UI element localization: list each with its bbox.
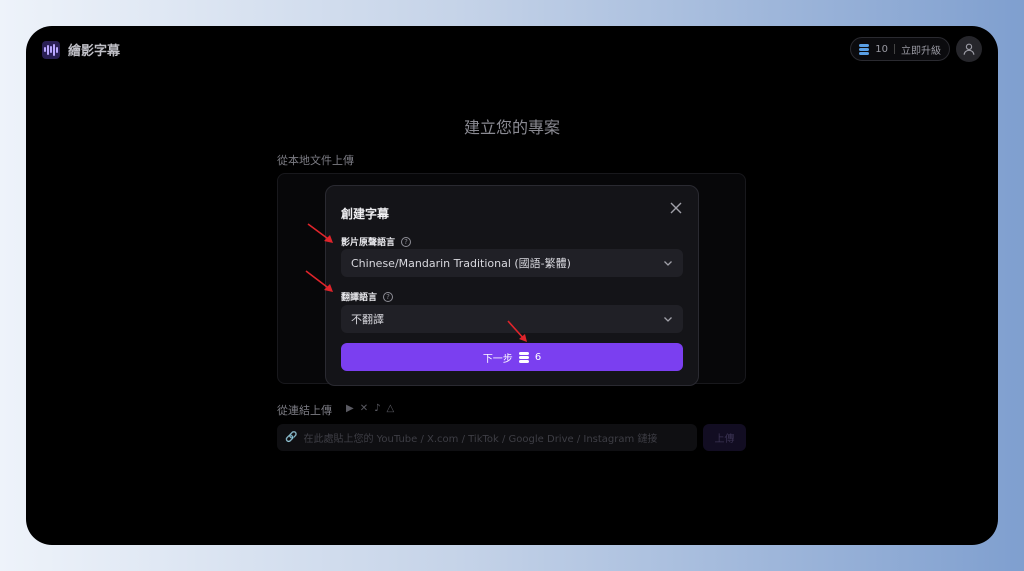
close-icon: [670, 202, 682, 214]
user-avatar-button[interactable]: [956, 36, 982, 62]
modal-title: 創建字幕: [341, 207, 390, 221]
help-icon[interactable]: ?: [401, 236, 412, 247]
link-upload-label: 從連結上傳: [277, 404, 332, 417]
chevron-down-icon: [664, 317, 672, 322]
platform-icons: ▶ ✕ ♪ △: [346, 403, 394, 414]
upgrade-link[interactable]: 立即升級: [901, 42, 941, 57]
annotation-arrow: [507, 320, 527, 342]
annotation-arrow: [305, 270, 333, 292]
youtube-icon: ▶: [346, 403, 354, 414]
divider: [894, 44, 895, 54]
tiktok-icon: ♪: [374, 403, 381, 414]
app-window: 繪影字幕 10 立即升級 建立您的專案 從本地文件上傳 從連結上傳 ▶ ✕ ♪ …: [26, 26, 998, 545]
credits-count: 10: [875, 43, 888, 55]
chevron-down-icon: [664, 261, 672, 266]
source-language-label: 影片原聲語言 ?: [341, 235, 412, 248]
create-subtitle-modal: 創建字幕 影片原聲語言 ? Chinese/Mandarin Tradition…: [325, 185, 699, 386]
annotation-arrow: [307, 223, 333, 243]
translate-language-value: 不翻譯: [351, 313, 384, 326]
credits-badge[interactable]: 10 立即升級: [850, 37, 950, 61]
app-name: 繪影字幕: [68, 44, 121, 59]
next-step-label: 下一步: [482, 353, 513, 365]
source-language-label-text: 影片原聲語言: [341, 238, 396, 248]
source-language-value: Chinese/Mandarin Traditional (國語-繁體): [351, 257, 571, 270]
x-icon: ✕: [359, 403, 369, 414]
page-title: 建立您的專案: [463, 118, 560, 137]
google-drive-icon: △: [386, 403, 395, 414]
upload-button[interactable]: 上傳: [703, 424, 746, 451]
translate-language-label: 翻譯語言 ?: [341, 290, 394, 303]
url-placeholder: 在此處貼上您的 YouTube / X.com / TikTok / Googl…: [303, 434, 658, 445]
help-icon[interactable]: ?: [383, 291, 394, 302]
local-upload-label: 從本地文件上傳: [277, 154, 354, 167]
coin-stack-icon: [518, 352, 529, 363]
close-button[interactable]: [668, 200, 684, 216]
next-step-cost: 6: [534, 351, 542, 363]
source-language-select[interactable]: Chinese/Mandarin Traditional (國語-繁體): [341, 249, 683, 277]
next-step-button[interactable]: 下一步 6: [341, 343, 683, 371]
translate-language-label-text: 翻譯語言: [341, 293, 378, 303]
app-logo[interactable]: 繪影字幕: [42, 40, 120, 59]
waveform-icon: [42, 40, 60, 59]
coin-stack-icon: [859, 44, 870, 55]
url-input[interactable]: 🔗 在此處貼上您的 YouTube / X.com / TikTok / Goo…: [277, 424, 697, 451]
link-icon: 🔗: [285, 432, 298, 443]
user-icon: [963, 43, 975, 55]
